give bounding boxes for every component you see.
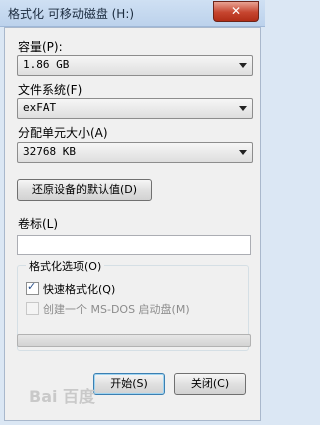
title-bar: 格式化 可移动磁盘 (H:) ✕: [0, 0, 265, 27]
allocation-value: 32768 KB: [23, 145, 76, 158]
filesystem-label: 文件系统(F): [18, 83, 83, 97]
quick-format-label[interactable]: 快速格式化(Q): [43, 281, 115, 297]
dialog-body: 容量(P): 1.86 GB 文件系统(F) exFAT 分配单元大小(A) 3…: [4, 27, 261, 421]
capacity-label: 容量(P):: [18, 40, 63, 54]
close-button[interactable]: 关闭(C): [174, 373, 246, 395]
close-window-button[interactable]: ✕: [213, 1, 259, 22]
close-icon: ✕: [230, 4, 242, 18]
chevron-down-icon: [239, 63, 247, 68]
volume-label: 卷标(L): [18, 217, 59, 231]
watermark: Bai 百度: [29, 387, 96, 406]
msdos-startup-label: 创建一个 MS-DOS 启动盘(M): [43, 303, 190, 316]
chevron-down-icon: [239, 106, 247, 111]
format-progress-bar: [17, 334, 251, 347]
chevron-down-icon: [239, 150, 247, 155]
capacity-value: 1.86 GB: [23, 58, 70, 71]
start-button[interactable]: 开始(S): [93, 373, 165, 395]
allocation-label: 分配单元大小(A): [18, 126, 108, 140]
window-title: 格式化 可移动磁盘 (H:): [8, 7, 135, 21]
restore-defaults-button[interactable]: 还原设备的默认值(D): [17, 179, 152, 201]
volume-label-input[interactable]: [17, 235, 251, 255]
format-options-title: 格式化选项(O): [26, 258, 105, 274]
capacity-select[interactable]: 1.86 GB: [17, 55, 253, 76]
filesystem-value: exFAT: [23, 101, 57, 114]
allocation-select[interactable]: 32768 KB: [17, 142, 253, 163]
filesystem-select[interactable]: exFAT: [17, 98, 253, 119]
msdos-startup-checkbox: [26, 302, 39, 315]
quick-format-checkbox[interactable]: [26, 280, 39, 295]
